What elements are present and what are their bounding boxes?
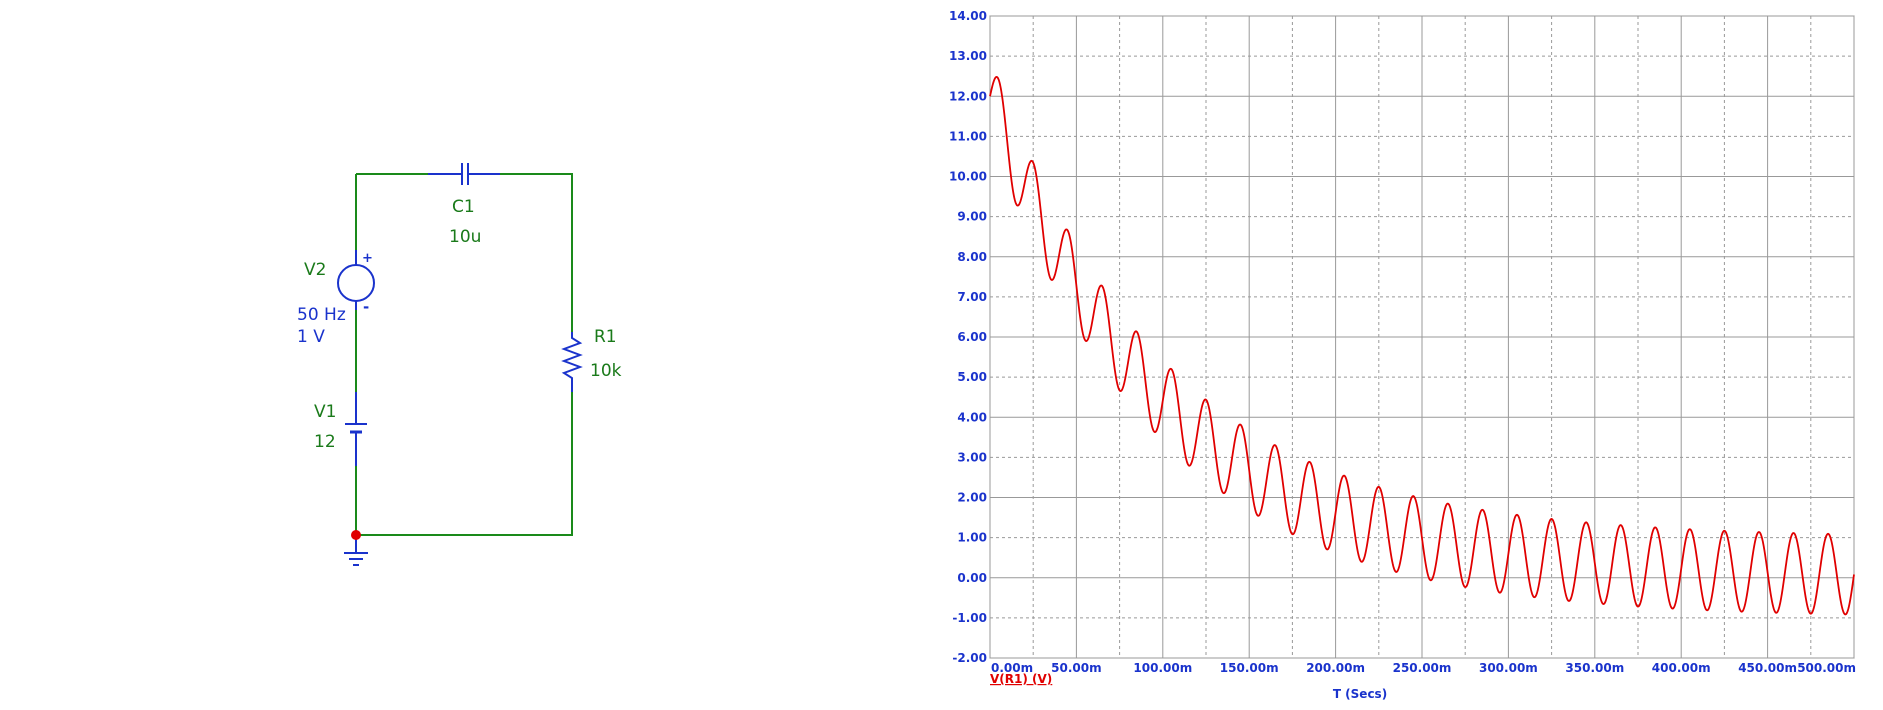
v2-frequency-label: 50 Hz	[297, 305, 346, 325]
wire-top-right[interactable]	[500, 173, 573, 332]
capacitor-c1[interactable]	[428, 163, 500, 185]
x-tick-label: 400.00m	[1652, 661, 1711, 675]
y-tick-label: -1.00	[952, 611, 987, 625]
y-tick-label: 7.00	[957, 290, 987, 304]
x-tick-label: 100.00m	[1133, 661, 1192, 675]
y-tick-label: 3.00	[957, 450, 987, 464]
legend-series-vr1[interactable]: V(R1) (V)	[990, 672, 1052, 686]
v2-name-label: V2	[304, 260, 326, 280]
r1-name-label: R1	[594, 327, 617, 347]
x-tick-label: 150.00m	[1220, 661, 1279, 675]
dc-source-v1[interactable]	[345, 392, 367, 466]
y-tick-label: -2.00	[952, 651, 987, 665]
c1-value-label: 10u	[449, 227, 481, 247]
y-axis-ticks: 14.00 13.00 12.00 11.00 10.00 9.00 8.00 7.00 6.0…	[949, 9, 987, 665]
y-tick-label: 2.00	[957, 491, 987, 505]
x-tick-label: 450.00m	[1738, 661, 1797, 675]
transient-chart: 14.00 13.00 12.00 11.00 10.00 9.00 8.00 7.00 6.0…	[949, 9, 1856, 701]
x-tick-label: 50.00m	[1051, 661, 1101, 675]
y-tick-label: 0.00	[957, 571, 987, 585]
x-axis-ticks: 0.00m 50.00m 100.00m 150.00m 200.00m 250.00m 3…	[991, 661, 1856, 675]
y-tick-label: 4.00	[957, 410, 987, 424]
v1-value-label: 12	[314, 432, 336, 452]
x-tick-label: 500.00m	[1797, 661, 1856, 675]
v1-name-label: V1	[314, 402, 336, 422]
r1-value-label: 10k	[590, 361, 622, 381]
y-tick-label: 9.00	[957, 210, 987, 224]
schematic: C1 10u + - V2 50 Hz 1 V V1 12 R1 10k	[297, 163, 622, 566]
c1-name-label: C1	[452, 197, 475, 217]
x-tick-label: 200.00m	[1306, 661, 1365, 675]
stage: C1 10u + - V2 50 Hz 1 V V1 12 R1 10k 14.…	[297, 9, 1856, 701]
x-tick-label: 350.00m	[1565, 661, 1624, 675]
y-tick-label: 10.00	[949, 170, 987, 184]
v2-plus-sign: +	[362, 251, 373, 266]
x-tick-label: 300.00m	[1479, 661, 1538, 675]
y-tick-label: 8.00	[957, 250, 987, 264]
resistor-r1[interactable]	[561, 332, 583, 392]
y-tick-label: 5.00	[957, 370, 987, 384]
v2-minus-sign: -	[363, 298, 369, 316]
y-tick-label: 12.00	[949, 89, 987, 103]
y-tick-label: 13.00	[949, 49, 987, 63]
y-tick-label: 11.00	[949, 129, 987, 143]
wire-bottom[interactable]	[356, 392, 573, 536]
y-tick-label: 14.00	[949, 9, 987, 23]
y-tick-label: 6.00	[957, 330, 987, 344]
y-tick-label: 1.00	[957, 531, 987, 545]
v2-amplitude-label: 1 V	[297, 327, 325, 347]
x-tick-label: 250.00m	[1393, 661, 1452, 675]
x-axis-title: T (Secs)	[1333, 687, 1387, 701]
ground-node-dot[interactable]	[351, 530, 361, 540]
